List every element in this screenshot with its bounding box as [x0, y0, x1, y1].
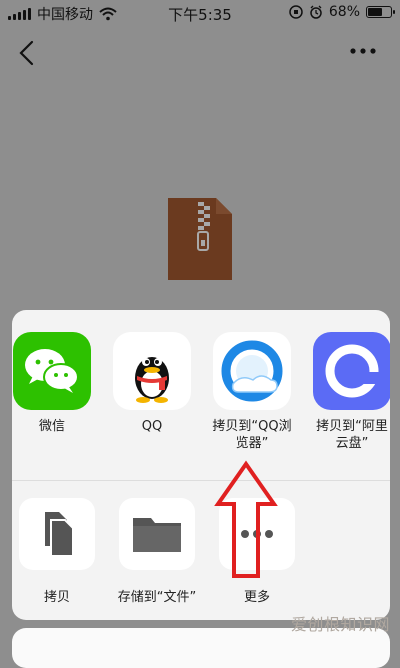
share-app-aliyun-drive[interactable]: 拷贝到“阿里云盘”	[310, 332, 390, 452]
share-app-qq-browser[interactable]: 拷贝到“QQ浏览器”	[210, 332, 294, 452]
qq-icon	[113, 332, 191, 410]
aliyun-drive-icon	[313, 332, 390, 410]
share-app-label: 微信	[38, 419, 65, 434]
battery-icon	[366, 6, 395, 18]
alarm-icon	[310, 5, 322, 19]
more-icon	[219, 498, 295, 570]
status-bar: 中国移动 下午5:35 68%	[0, 0, 400, 26]
battery-percent: 68%	[328, 4, 360, 20]
action-label: 存储到“文件”	[117, 590, 197, 605]
share-app-label: 拷贝到“QQ浏览器”	[212, 419, 292, 451]
action-save-to-files[interactable]: 存储到“文件”	[112, 498, 202, 605]
action-copy[interactable]: 拷贝	[12, 498, 102, 605]
share-app-wechat[interactable]: 微信	[12, 332, 94, 435]
status-right: 68%	[289, 4, 395, 20]
zip-file-icon	[168, 198, 232, 280]
wechat-icon	[13, 332, 91, 410]
watermark: 爱创根知识网	[291, 611, 390, 635]
qq-browser-icon	[213, 332, 291, 410]
share-app-qq[interactable]: QQ	[110, 332, 194, 435]
action-more[interactable]: 更多	[212, 498, 302, 605]
watermark-text: 爱创根知识网	[290, 615, 390, 634]
back-chevron-icon[interactable]	[16, 40, 38, 66]
sheet-divider	[12, 480, 390, 481]
folder-icon	[119, 498, 195, 570]
battery-fill	[368, 8, 382, 16]
copy-icon	[19, 498, 95, 570]
orientation-lock-icon	[289, 5, 303, 19]
action-label: 拷贝	[43, 590, 70, 605]
share-apps-row: 微信 QQ 拷贝到“QQ浏览器” 拷贝到“阿里云盘”	[12, 332, 390, 482]
more-horizontal-icon[interactable]	[348, 44, 378, 58]
share-app-label: QQ	[141, 419, 163, 434]
action-label: 更多	[243, 590, 270, 605]
share-sheet: 微信 QQ 拷贝到“QQ浏览器” 拷贝到“阿里云盘” 拷贝 存储到“文件” 更多	[12, 310, 390, 620]
share-app-label: 拷贝到“阿里云盘”	[316, 419, 388, 451]
actions-row: 拷贝 存储到“文件” 更多	[12, 498, 390, 608]
